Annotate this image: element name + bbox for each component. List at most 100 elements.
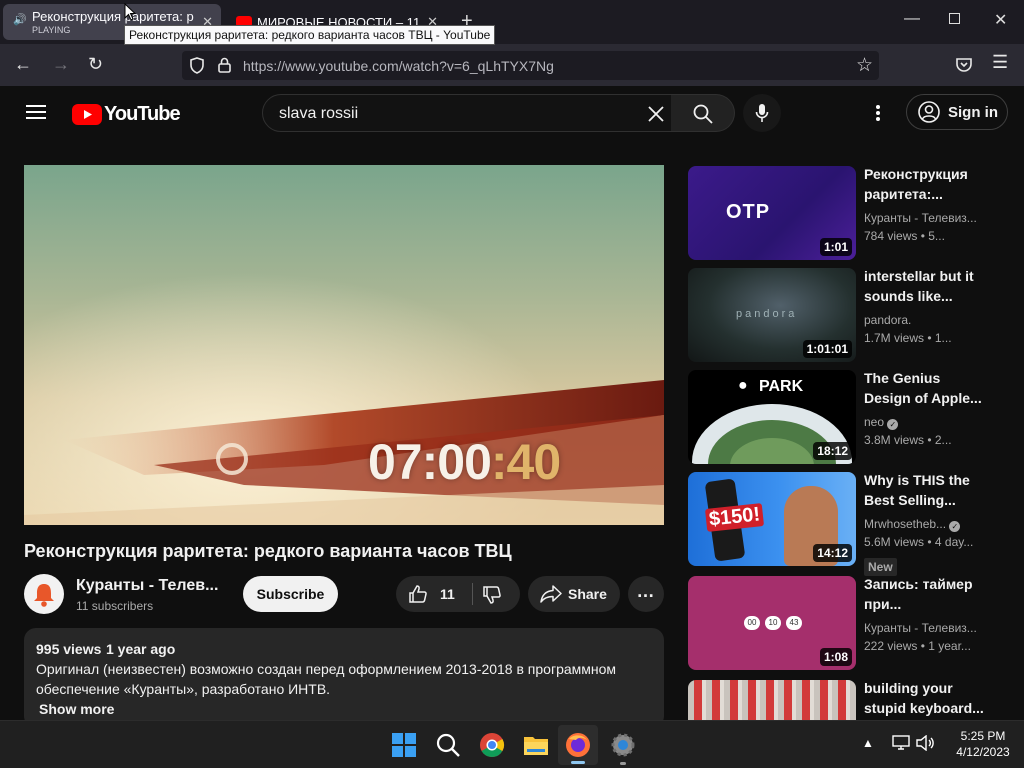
search-button[interactable] — [671, 94, 735, 132]
video-duration: 14:12 — [813, 544, 852, 562]
otr-logo-text: ОТР — [726, 201, 771, 223]
channel-name[interactable]: Куранты - Телевиз... — [864, 621, 988, 635]
windows-taskbar: ▲ 5:25 PM 4/12/2023 — [0, 720, 1024, 768]
clock-seconds: 40 — [506, 434, 562, 490]
channel-name[interactable]: Куранты - Телев... — [76, 577, 218, 595]
channel-name[interactable]: pandora. — [864, 313, 988, 327]
clock-date: 4/12/2023 — [956, 745, 1010, 759]
tab-title: Реконструкция раритета: ред — [32, 9, 194, 24]
clear-search-icon[interactable] — [648, 106, 664, 122]
chrome-icon[interactable] — [478, 731, 506, 759]
pandora-thumb-text: pandora — [736, 308, 798, 320]
minimize-icon[interactable]: — — [904, 10, 920, 28]
bookmark-star-icon[interactable]: ☆ — [856, 54, 873, 77]
recommendation-item[interactable]: ОТР 1:01 Реконструкция раритета:... Куран… — [688, 166, 988, 260]
video-meta: 5.6M views • 4 day... — [864, 535, 974, 549]
title-line-1: Why is THIS the — [864, 472, 970, 488]
like-count: 11 — [440, 586, 455, 602]
video-title[interactable]: Запись: таймер при... — [864, 574, 988, 614]
pocket-icon[interactable] — [956, 57, 972, 72]
title-line-2: stupid keyboard... — [864, 700, 984, 716]
video-meta: 3.8M views • 2... — [864, 433, 952, 447]
title-line-2: Design of Apple... — [864, 390, 982, 406]
reload-icon[interactable]: ↻ — [88, 54, 103, 75]
description-box[interactable]: 995 views 1 year ago Оригинал (неизвесте… — [24, 628, 664, 720]
video-meta: 222 views • 1 year... — [864, 639, 971, 653]
show-more-link[interactable]: Show more — [39, 701, 114, 717]
system-clock[interactable]: 5:25 PM 4/12/2023 — [944, 728, 1022, 760]
upload-age: 1 year ago — [106, 641, 176, 657]
video-player[interactable]: 07:00:40 — [24, 165, 664, 525]
recommendation-item[interactable]: building your stupid keyboard... — [688, 680, 988, 720]
clock-hours-minutes: 07:00 — [368, 434, 492, 490]
sign-in-button[interactable]: Sign in — [906, 94, 1008, 130]
channel-label: Mrwhosetheb... — [864, 517, 947, 531]
clock-time: 5:25 PM — [960, 729, 1006, 743]
forward-icon[interactable]: → — [52, 54, 70, 75]
video-thumbnail[interactable]: ● PARK 18:12 — [688, 370, 856, 464]
logo-text: YouTube — [104, 102, 181, 125]
hamburger-menu-icon[interactable] — [26, 104, 46, 120]
thumbs-down-icon[interactable] — [482, 585, 502, 605]
video-title[interactable]: building your stupid keyboard... — [864, 678, 988, 718]
like-dislike-group: 11 — [396, 576, 520, 612]
recommendation-item[interactable]: 00 10 43 1:08 Запись: таймер при... Куран… — [688, 576, 988, 670]
video-title[interactable]: Why is THIS the Best Selling... — [864, 470, 988, 510]
like-button[interactable]: 11 — [396, 576, 468, 612]
url-text: https://www.youtube.com/watch?v=6_qLhTYX… — [243, 58, 554, 74]
lock-icon[interactable] — [218, 57, 231, 73]
channel-name[interactable]: Mrwhosetheb... ✓ — [864, 517, 988, 532]
running-app-indicator — [620, 762, 626, 765]
speaker-icon[interactable]: 🔊 — [13, 13, 27, 26]
youtube-page: YouTube slava rossii Sign in 07:00:40 Ре… — [0, 86, 1024, 720]
share-arrow-icon — [540, 585, 562, 603]
recommendation-item[interactable]: $150! 14:12 Why is THIS the Best Selling.… — [688, 470, 988, 576]
subscribe-button[interactable]: Subscribe — [243, 576, 338, 612]
more-options-icon[interactable] — [875, 104, 881, 122]
youtube-logo[interactable]: YouTube — [72, 102, 181, 125]
back-icon[interactable]: ← — [14, 54, 32, 75]
close-window-icon[interactable]: ✕ — [994, 10, 1007, 30]
video-thumbnail[interactable]: pandora 1:01:01 — [688, 268, 856, 362]
search-input[interactable]: slava rossii — [262, 94, 672, 132]
volume-icon[interactable] — [916, 735, 934, 751]
address-bar[interactable]: https://www.youtube.com/watch?v=6_qLhTYX… — [182, 51, 879, 80]
voice-search-button[interactable] — [743, 94, 781, 132]
network-icon[interactable] — [892, 735, 910, 751]
sign-in-label: Sign in — [948, 103, 998, 121]
video-thumbnail[interactable]: $150! 14:12 — [688, 472, 856, 566]
shield-icon[interactable] — [190, 57, 204, 74]
view-count: 995 views — [36, 641, 102, 657]
taskbar-search-icon[interactable] — [434, 731, 462, 759]
settings-taskbar-button[interactable] — [606, 727, 640, 765]
video-thumbnail[interactable]: ОТР 1:01 — [688, 166, 856, 260]
more-actions-button[interactable]: … — [628, 576, 664, 612]
recommendation-item[interactable]: ● PARK 18:12 The Genius Design of Apple..… — [688, 370, 988, 464]
video-duration: 1:08 — [819, 648, 852, 666]
channel-label: neo — [864, 415, 885, 429]
show-hidden-icons-chevron-icon[interactable]: ▲ — [862, 736, 874, 750]
file-explorer-icon[interactable] — [522, 731, 550, 759]
share-button[interactable]: Share — [528, 576, 620, 612]
video-thumbnail[interactable] — [688, 680, 856, 720]
video-duration: 1:01 — [819, 238, 852, 256]
video-title[interactable]: The Genius Design of Apple... — [864, 368, 988, 408]
channel-name[interactable]: neo ✓ — [864, 415, 988, 430]
active-app-indicator — [571, 761, 585, 764]
restore-icon[interactable] — [949, 13, 960, 24]
recommendation-item[interactable]: pandora 1:01:01 interstellar but it sound… — [688, 268, 988, 362]
title-line-1: interstellar but it — [864, 268, 974, 284]
menu-icon[interactable]: ☰ — [992, 52, 1008, 73]
video-frame-art — [24, 165, 664, 525]
video-title[interactable]: interstellar but it sounds like... — [864, 266, 988, 306]
video-duration: 18:12 — [813, 442, 852, 460]
video-thumbnail[interactable]: 00 10 43 1:08 — [688, 576, 856, 670]
video-title[interactable]: Реконструкция раритета:... — [864, 164, 988, 204]
microphone-icon — [755, 104, 769, 122]
title-line-2: при... — [864, 596, 902, 612]
channel-avatar[interactable] — [24, 574, 64, 614]
subscriber-count: 11 subscribers — [76, 599, 154, 613]
windows-start-icon[interactable] — [390, 731, 418, 759]
channel-name[interactable]: Куранты - Телевиз... — [864, 211, 988, 225]
firefox-taskbar-button[interactable] — [558, 725, 598, 765]
